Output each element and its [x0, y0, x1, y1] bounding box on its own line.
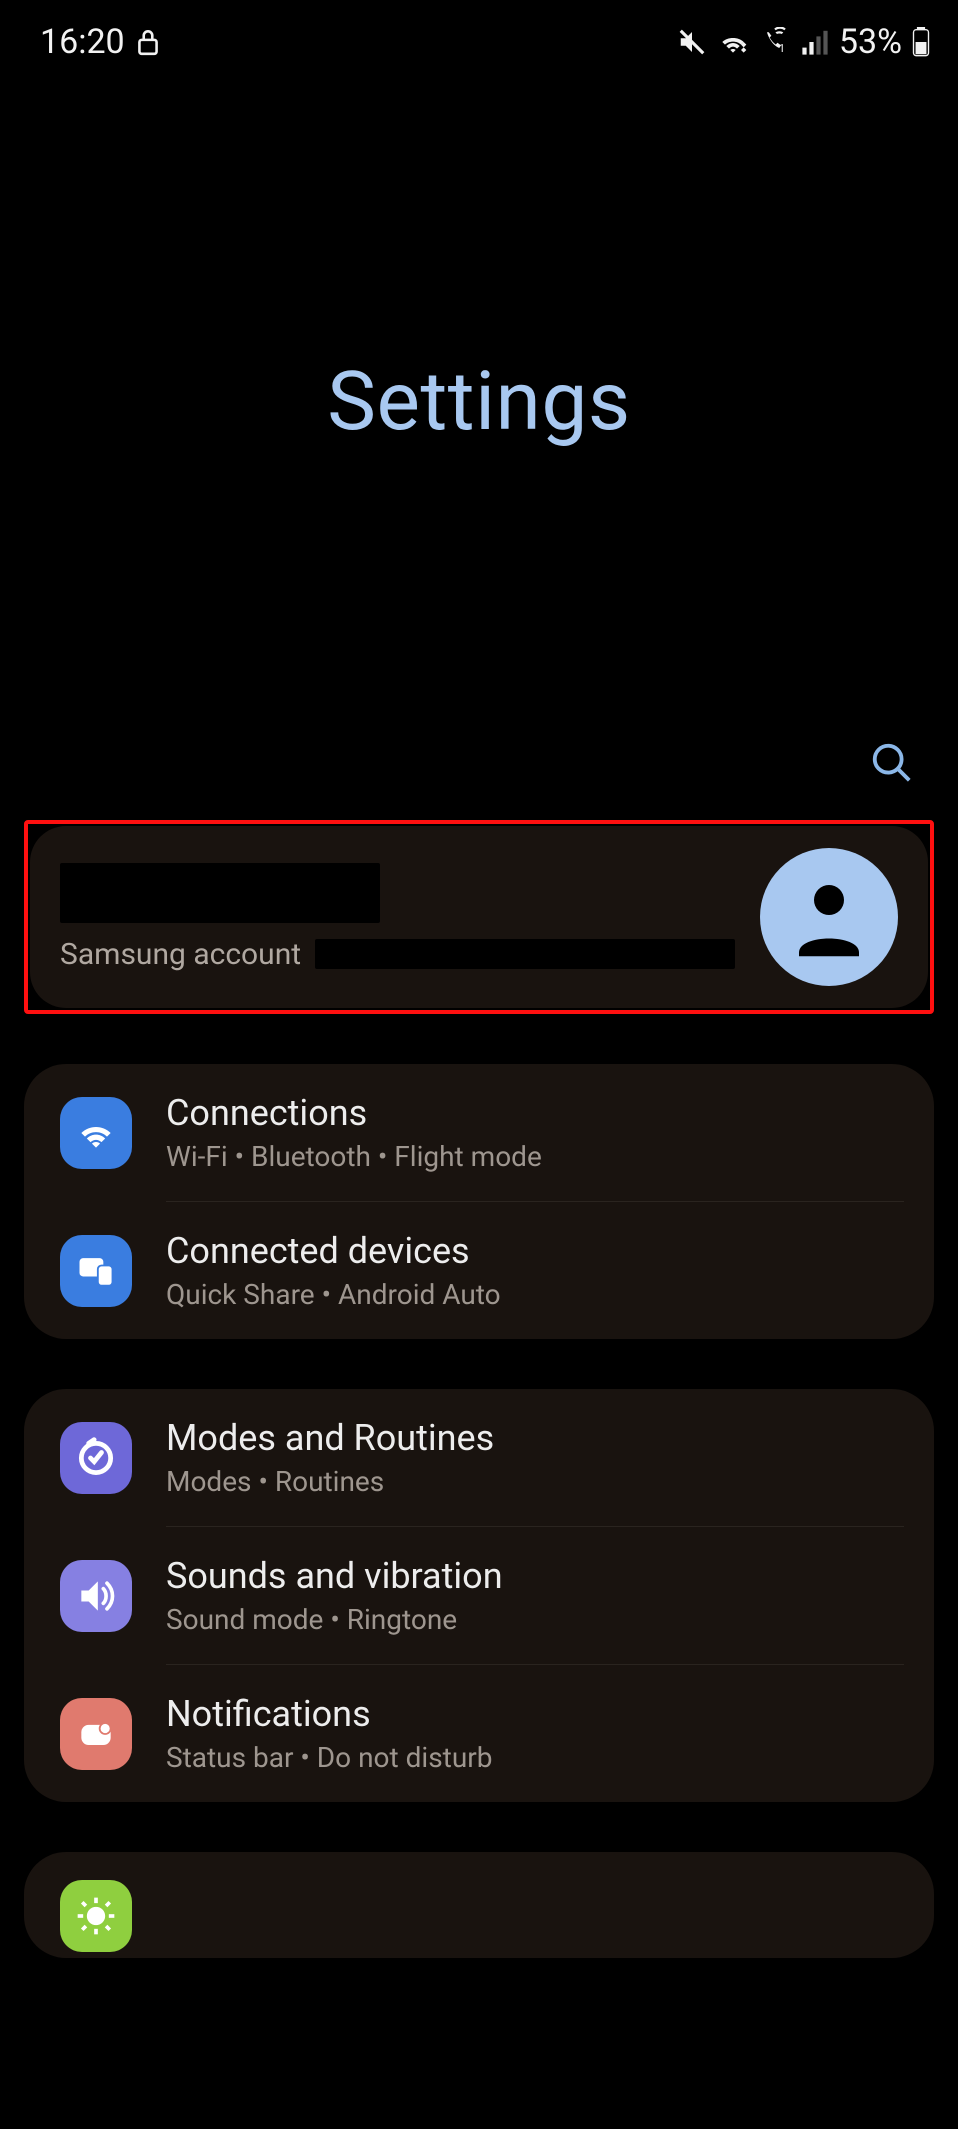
account-name-redacted [60, 863, 380, 923]
status-bar: 16:20 1 53% [0, 0, 958, 72]
row-display[interactable] [24, 1852, 934, 1958]
row-title: Modes and Routines [166, 1417, 904, 1459]
row-title: Sounds and vibration [166, 1555, 904, 1597]
notifications-icon [60, 1698, 132, 1770]
account-email-redacted [315, 939, 735, 969]
group-display [24, 1852, 934, 1958]
svg-text:1: 1 [779, 42, 785, 55]
row-modes-routines[interactable]: Modes and Routines Modes • Routines [24, 1389, 934, 1526]
row-sub: Status bar • Do not disturb [166, 1741, 904, 1774]
group-connections: Connections Wi-Fi • Bluetooth • Flight m… [24, 1064, 934, 1339]
row-title: Notifications [166, 1693, 904, 1735]
hero: Settings [0, 72, 958, 732]
devices-icon [60, 1235, 132, 1307]
search-button[interactable] [860, 732, 924, 796]
routines-icon [60, 1422, 132, 1494]
row-connected-devices[interactable]: Connected devices Quick Share • Android … [24, 1202, 934, 1339]
status-right: 1 53% [677, 22, 930, 62]
page-title: Settings [327, 354, 630, 450]
row-notifications[interactable]: Notifications Status bar • Do not distur… [24, 1665, 934, 1802]
battery-text: 53% [839, 22, 902, 62]
account-text: Samsung account [60, 863, 735, 972]
row-sounds-vibration[interactable]: Sounds and vibration Sound mode • Ringto… [24, 1527, 934, 1664]
highlight-box: Samsung account [24, 820, 934, 1014]
avatar [760, 848, 898, 986]
display-icon [60, 1880, 132, 1952]
account-subtitle: Samsung account [60, 937, 301, 972]
lock-icon [135, 27, 161, 57]
row-sub: Quick Share • Android Auto [166, 1278, 904, 1311]
wifi-status-icon [717, 27, 749, 57]
status-left: 16:20 [40, 22, 161, 62]
settings-groups: Connections Wi-Fi • Bluetooth • Flight m… [0, 1064, 958, 1958]
wifi-icon [60, 1097, 132, 1169]
person-icon [784, 870, 874, 964]
search-icon [869, 740, 915, 789]
group-sounds: Modes and Routines Modes • Routines Soun… [24, 1389, 934, 1802]
row-sub: Sound mode • Ringtone [166, 1603, 904, 1636]
row-connections[interactable]: Connections Wi-Fi • Bluetooth • Flight m… [24, 1064, 934, 1201]
toolbar [0, 732, 958, 820]
wifi-calling-icon: 1 [759, 27, 791, 57]
settings-screen: 16:20 1 53% [0, 0, 958, 2129]
battery-icon [912, 27, 930, 57]
row-sub: Wi-Fi • Bluetooth • Flight mode [166, 1140, 904, 1173]
row-sub: Modes • Routines [166, 1465, 904, 1498]
status-time: 16:20 [40, 22, 125, 62]
row-title: Connections [166, 1092, 904, 1134]
signal-icon [801, 27, 829, 57]
row-title: Connected devices [166, 1230, 904, 1272]
sound-icon [60, 1560, 132, 1632]
samsung-account-card[interactable]: Samsung account [30, 826, 928, 1008]
mute-icon [677, 27, 707, 57]
account-section: Samsung account [0, 820, 958, 1014]
